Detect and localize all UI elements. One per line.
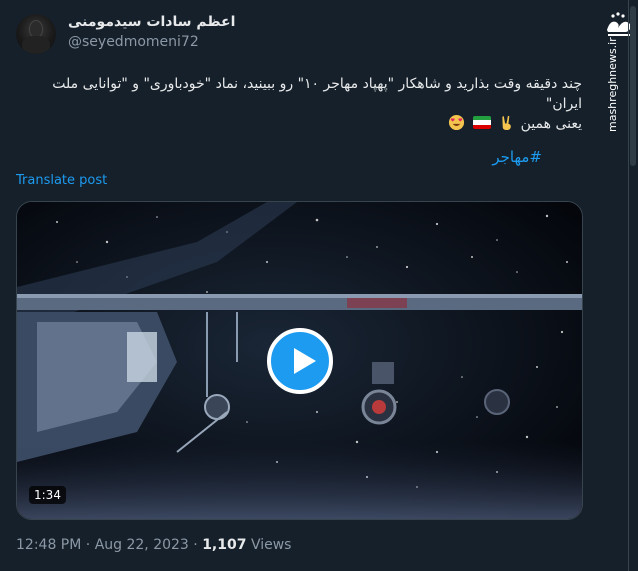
user-handle[interactable]: @seyedmomeni72 xyxy=(68,34,199,50)
tweet-text-line-2-text: یعنی همین xyxy=(520,116,582,132)
tweet-meta: 12:48 PM · Aug 22, 2023 · 1,107 Views xyxy=(16,537,291,553)
tweet-date[interactable]: Aug 22, 2023 xyxy=(95,537,189,553)
translate-post-link[interactable]: Translate post xyxy=(16,173,107,188)
video-duration: 1:34 xyxy=(29,486,66,504)
tweet-card: اعظم سادات سیدمومنی @seyedmomeni72 چند د… xyxy=(0,0,600,571)
tweet-text-line-2: یعنی همین xyxy=(17,114,582,134)
play-button[interactable] xyxy=(267,328,333,394)
scrollbar-thumb[interactable] xyxy=(630,6,636,166)
iran-flag-icon xyxy=(472,116,491,129)
meta-separator: · xyxy=(81,537,95,553)
views-count: 1,107 xyxy=(202,537,247,553)
tweet-text-line-1: چند دقیقه وقت بذارید و شاهکار "پهپاد مها… xyxy=(52,76,582,112)
avatar[interactable] xyxy=(16,14,56,54)
tweet-text: چند دقیقه وقت بذارید و شاهکار "پهپاد مها… xyxy=(17,74,582,134)
video-player[interactable]: 1:34 xyxy=(16,201,583,520)
tweet-time[interactable]: 12:48 PM xyxy=(16,537,81,553)
heart-eyes-emoji-icon xyxy=(449,114,465,131)
hashtag-link[interactable]: #مهاجر xyxy=(492,148,542,166)
views-label: Views xyxy=(250,537,292,553)
display-name[interactable]: اعظم سادات سیدمومنی xyxy=(68,14,235,30)
meta-separator-2: · xyxy=(188,537,203,553)
watermark-url: mashreghnews.ir xyxy=(606,37,619,132)
avatar-body xyxy=(22,36,50,54)
victory-hand-icon xyxy=(502,115,512,131)
